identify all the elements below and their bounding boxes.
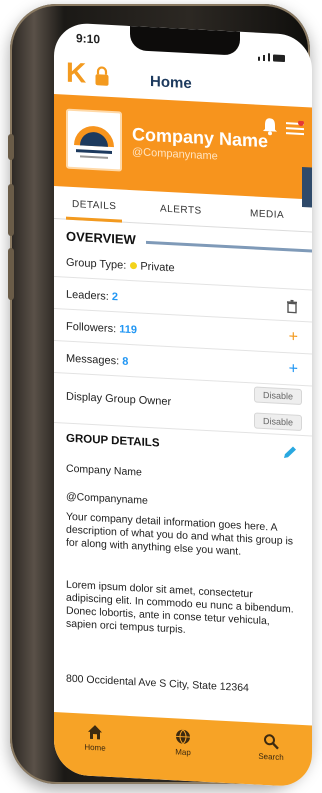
- nav-map[interactable]: Map: [158, 727, 208, 758]
- app-logo[interactable]: K: [66, 57, 86, 90]
- messages-count[interactable]: 8: [122, 356, 128, 368]
- nav-map-label: Map: [175, 747, 191, 758]
- add-message-plus-icon[interactable]: +: [289, 360, 298, 378]
- bell-icon[interactable]: [262, 117, 278, 136]
- silent-switch: [8, 134, 14, 160]
- group-type-value: Private: [140, 260, 175, 275]
- profile-banner: Company Name @Companyname: [54, 94, 312, 208]
- tab-alerts[interactable]: Alerts: [160, 204, 202, 217]
- overview-heading: OVERVIEW: [66, 228, 136, 248]
- lorem-paragraph: Lorem ipsum dolor sit amet, consectetur …: [66, 578, 294, 636]
- section-divider: [146, 240, 312, 253]
- nav-home-label: Home: [84, 742, 106, 753]
- group-details-heading: GROUP DETAILS: [66, 432, 160, 450]
- signal-battery-icons: [258, 43, 294, 63]
- home-icon: [88, 725, 102, 740]
- detail-company-handle: @Companyname: [66, 490, 148, 507]
- private-dot-icon: [130, 262, 138, 270]
- nav-search[interactable]: Search: [246, 732, 296, 763]
- disable-button-1[interactable]: Disable: [253, 386, 302, 405]
- side-drawer-handle[interactable]: [302, 166, 312, 208]
- group-address: 800 Occidental Ave S City, State 12364: [66, 672, 249, 695]
- leaders-label: Leaders:: [66, 288, 109, 303]
- menu-icon[interactable]: [286, 120, 304, 137]
- lock-icon[interactable]: [94, 66, 110, 87]
- volume-down-button: [8, 248, 14, 300]
- tab-details[interactable]: Details: [72, 199, 116, 212]
- bottom-tab-bar: Home Map Search: [54, 712, 312, 788]
- detail-company-name: Company Name: [66, 462, 142, 479]
- volume-up-button: [8, 184, 14, 236]
- followers-label: Followers:: [66, 320, 117, 336]
- company-logo: [66, 108, 122, 172]
- nav-search-label: Search: [258, 751, 284, 763]
- phone-frame: 9:10 K Home Company Name @Companyname DE…: [8, 4, 312, 788]
- phone-screen: 9:10 K Home Company Name @Companyname DE…: [54, 22, 312, 788]
- followers-count[interactable]: 119: [119, 323, 137, 336]
- status-time: 9:10: [76, 31, 101, 47]
- search-icon: [264, 734, 279, 750]
- globe-icon: [176, 729, 190, 745]
- trash-icon[interactable]: [286, 299, 298, 314]
- nav-home[interactable]: Home: [70, 723, 120, 754]
- add-follower-plus-icon[interactable]: +: [289, 328, 298, 346]
- group-type-label: Group Type:: [66, 256, 127, 272]
- page-title: Home: [150, 73, 192, 93]
- group-description: Your company detail information goes her…: [66, 510, 294, 558]
- tab-media[interactable]: Media: [250, 208, 284, 221]
- disable-button-2[interactable]: Disable: [253, 412, 302, 431]
- messages-label: Messages:: [66, 352, 120, 368]
- display-owner-label: Display Group Owner: [66, 390, 172, 409]
- edit-pencil-icon[interactable]: [282, 444, 298, 461]
- leaders-count[interactable]: 2: [112, 291, 118, 303]
